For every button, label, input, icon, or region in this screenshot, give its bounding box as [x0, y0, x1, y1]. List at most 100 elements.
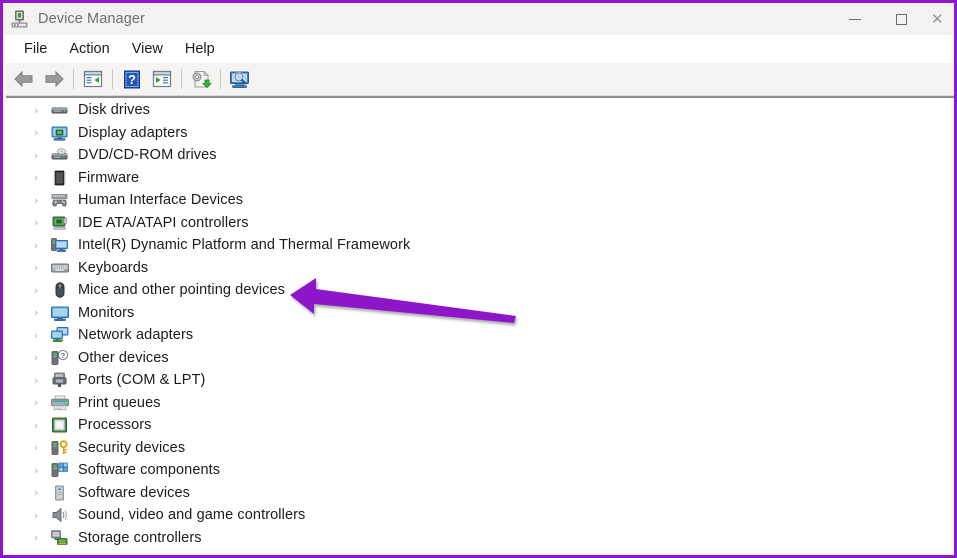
port-connector-icon — [50, 371, 70, 389]
tree-item-firmware[interactable]: › Firmware — [6, 167, 954, 190]
chevron-right-icon[interactable]: › — [34, 195, 50, 206]
update-driver-icon — [192, 70, 212, 88]
tree-item-label: Software components — [78, 462, 221, 479]
close-icon: ✕ — [931, 9, 944, 28]
tree-item-processors[interactable]: › Processors — [6, 414, 954, 437]
chevron-right-icon[interactable]: › — [34, 420, 50, 431]
tree-item-label: Network adapters — [78, 327, 194, 344]
chevron-right-icon[interactable]: › — [34, 262, 50, 273]
menu-view[interactable]: View — [121, 39, 174, 59]
chevron-right-icon[interactable]: › — [34, 442, 50, 453]
device-tree[interactable]: › Disk drives › Display adapters › DVD/C… — [6, 99, 954, 555]
tree-item-display-adapters[interactable]: › Display adapters — [6, 122, 954, 145]
unknown-device-icon: ? — [50, 349, 70, 367]
chevron-right-icon[interactable]: › — [34, 510, 50, 521]
minimize-icon — [849, 18, 861, 20]
chevron-right-icon[interactable]: › — [34, 375, 50, 386]
tree-item-sound-video-and-game-controllers[interactable]: › Sound, video and game controllers — [6, 504, 954, 527]
window-title: Device Manager — [38, 11, 145, 27]
tree-item-storage-controllers[interactable]: › Storage controllers — [6, 527, 954, 550]
chevron-right-icon[interactable]: › — [34, 150, 50, 161]
help-button[interactable]: ? — [117, 65, 147, 93]
update-driver-button[interactable] — [186, 65, 216, 93]
tree-item-label: Storage controllers — [78, 529, 202, 546]
storage-controller-icon — [50, 529, 70, 547]
toolbar-separator — [181, 69, 182, 89]
menu-bar: File Action View Help — [6, 35, 954, 63]
minimize-button[interactable] — [832, 3, 878, 35]
tree-item-human-interface-devices[interactable]: › Human Interface Devices — [6, 189, 954, 212]
maximize-icon — [895, 13, 907, 25]
tree-item-network-adapters[interactable]: › Network adapters — [6, 324, 954, 347]
tree-item-label: Processors — [78, 417, 152, 434]
tree-item-label: Human Interface Devices — [78, 192, 244, 209]
tree-item-label: Software devices — [78, 484, 191, 501]
tree-item-keyboards[interactable]: › Keyboards — [6, 257, 954, 280]
tree-item-label: Ports (COM & LPT) — [78, 372, 206, 389]
tree-item-print-queues[interactable]: › Print queues — [6, 392, 954, 415]
tree-item-label: Mice and other pointing devices — [78, 282, 286, 299]
chevron-right-icon[interactable]: › — [34, 285, 50, 296]
properties-pane-icon — [152, 70, 172, 88]
scan-monitor-icon — [230, 71, 249, 88]
printer-icon — [50, 394, 70, 412]
scan-hardware-changes-button[interactable] — [225, 65, 255, 93]
chevron-right-icon[interactable]: › — [34, 217, 50, 228]
tree-item-label: Sound, video and game controllers — [78, 507, 306, 524]
tree-item-mice-and-other-pointing-devices[interactable]: › Mice and other pointing devices — [6, 279, 954, 302]
tree-item-intel-dynamic-platform-and-thermal-framework[interactable]: › Intel(R) Dynamic Platform and Thermal … — [6, 234, 954, 257]
console-tree-icon — [83, 70, 103, 88]
back-button[interactable] — [9, 65, 39, 93]
tree-item-ports-com-and-lpt[interactable]: › Ports (COM & LPT) — [6, 369, 954, 392]
forward-arrow-icon — [45, 70, 64, 88]
maximize-button[interactable] — [878, 3, 924, 35]
menu-help[interactable]: Help — [174, 39, 226, 59]
tree-item-software-devices[interactable]: › Software devices — [6, 482, 954, 505]
tree-item-security-devices[interactable]: › Security devices — [6, 437, 954, 460]
device-manager-icon — [10, 9, 30, 29]
tree-item-label: Monitors — [78, 304, 135, 321]
tree-item-label: Firmware — [78, 169, 140, 186]
caption-button-group: ✕ — [832, 3, 954, 35]
show-hide-console-tree-button[interactable] — [78, 65, 108, 93]
tree-item-label: Intel(R) Dynamic Platform and Thermal Fr… — [78, 237, 411, 254]
tree-item-monitors[interactable]: › Monitors — [6, 302, 954, 325]
menu-action[interactable]: Action — [58, 39, 120, 59]
tree-item-label: Keyboards — [78, 259, 149, 276]
properties-button[interactable] — [147, 65, 177, 93]
menu-file[interactable]: File — [13, 39, 58, 59]
back-arrow-icon — [14, 70, 33, 88]
chevron-right-icon[interactable]: › — [34, 240, 50, 251]
tree-item-ide-ata-atapi-controllers[interactable]: › IDE ATA/ATAPI controllers — [6, 212, 954, 235]
tree-item-software-components[interactable]: › Software components — [6, 459, 954, 482]
monitor-icon — [50, 304, 70, 322]
chevron-right-icon[interactable]: › — [34, 330, 50, 341]
tree-item-label: Security devices — [78, 439, 186, 456]
chevron-right-icon[interactable]: › — [34, 172, 50, 183]
chevron-right-icon[interactable]: › — [34, 397, 50, 408]
chevron-right-icon[interactable]: › — [34, 105, 50, 116]
chevron-right-icon[interactable]: › — [34, 307, 50, 318]
forward-button[interactable] — [39, 65, 69, 93]
tree-item-other-devices[interactable]: › ? Other devices — [6, 347, 954, 370]
close-button[interactable]: ✕ — [924, 3, 954, 35]
chevron-right-icon[interactable]: › — [34, 127, 50, 138]
tree-item-label: Other devices — [78, 349, 169, 366]
tree-item-label: Display adapters — [78, 124, 188, 141]
chevron-right-icon[interactable]: › — [34, 487, 50, 498]
tree-item-label: IDE ATA/ATAPI controllers — [78, 214, 249, 231]
toolbar-separator — [112, 69, 113, 89]
tree-item-disk-drives[interactable]: › Disk drives — [6, 99, 954, 122]
svg-text:?: ? — [128, 72, 136, 87]
security-key-icon — [50, 439, 70, 457]
speaker-icon — [50, 506, 70, 524]
chevron-right-icon[interactable]: › — [34, 465, 50, 476]
dvd-drive-icon — [50, 146, 70, 164]
tree-item-dvd-cd-rom-drives[interactable]: › DVD/CD-ROM drives — [6, 144, 954, 167]
device-manager-window: Device Manager ✕ File Action View Help ?… — [0, 0, 957, 558]
tree-item-label: DVD/CD-ROM drives — [78, 147, 217, 164]
chevron-right-icon[interactable]: › — [34, 532, 50, 543]
chevron-right-icon[interactable]: › — [34, 352, 50, 363]
tree-item-label: Print queues — [78, 394, 161, 411]
svg-text:?: ? — [61, 351, 66, 360]
